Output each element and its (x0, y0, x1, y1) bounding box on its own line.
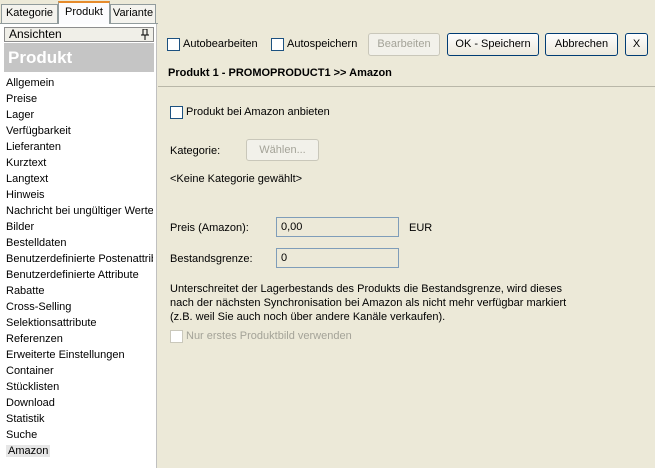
sidebar-item-bilder[interactable]: Bilder (4, 219, 153, 235)
sidebar-item-label: Preise (6, 93, 38, 105)
kategorie-label: Kategorie: (170, 145, 221, 157)
autobearbeiten-label: Autobearbeiten (183, 38, 258, 50)
amazon-offer-checkbox[interactable] (170, 106, 183, 119)
ansichten-header: Ansichten (4, 27, 154, 42)
autobearbeiten-checkbox[interactable] (167, 38, 180, 51)
sidebar-item-container[interactable]: Container (4, 363, 153, 379)
sidebar-item-stücklisten[interactable]: Stücklisten (4, 379, 153, 395)
sidebar-item-label: Langtext (6, 173, 49, 185)
sidebar-item-label: Rabatte (6, 285, 45, 297)
tab-kategorie[interactable]: Kategorie (1, 4, 58, 23)
sidebar-item-erweiterte-einstellungen[interactable]: Erweiterte Einstellungen (4, 347, 153, 363)
ok-speichern-button[interactable]: OK - Speichern (447, 33, 539, 56)
waehlen-button[interactable]: Wählen... (246, 139, 319, 161)
bearbeiten-button[interactable]: Bearbeiten (368, 33, 440, 56)
sidebar-item-label: Download (6, 397, 55, 409)
sidebar-item-label: Referenzen (6, 333, 63, 345)
sidebar-item-langtext[interactable]: Langtext (4, 171, 153, 187)
sidebar-item-label: Suche (6, 429, 38, 441)
sidebar-item-selektionsattribute[interactable]: Selektionsattribute (4, 315, 153, 331)
sidebar-item-kurztext[interactable]: Kurztext (4, 155, 153, 171)
sidebar-item-verfügbarkeit[interactable]: Verfügbarkeit (4, 123, 153, 139)
sidebar-item-rabatte[interactable]: Rabatte (4, 283, 153, 299)
sidebar-item-referenzen[interactable]: Referenzen (4, 331, 153, 347)
sidebar-item-lieferanten[interactable]: Lieferanten (4, 139, 153, 155)
first-image-label: Nur erstes Produktbild verwenden (186, 330, 352, 342)
sidebar-item-label: Selektionsattribute (6, 317, 97, 329)
price-label: Preis (Amazon): (170, 222, 249, 234)
sidebar-item-hinweis[interactable]: Hinweis (4, 187, 153, 203)
sidebar-item-label: Statistik (6, 413, 45, 425)
content-panel: Autobearbeiten Autospeichern Bearbeiten … (158, 24, 655, 468)
sidebar-nav-list: Allgemein Preise Lager Verfügbarkeit Liefera… (4, 75, 154, 459)
tab-strip: Kategorie Produkt Variante (0, 0, 158, 24)
sidebar-item-label: Stücklisten (6, 381, 60, 393)
sidebar-item-label: Kurztext (6, 157, 47, 169)
sidebar-item-bestelldaten[interactable]: Bestelldaten (4, 235, 153, 251)
sidebar-item-label: Container (6, 365, 54, 377)
sidebar-item-label: Benutzerdefinierte Postenattribute (6, 253, 153, 265)
price-input[interactable]: 0,00 (276, 217, 399, 237)
sidebar-item-label: Cross-Selling (6, 301, 72, 313)
amazon-offer-label: Produkt bei Amazon anbieten (186, 106, 330, 118)
sidebar-item-suche[interactable]: Suche (4, 427, 153, 443)
sidebar-item-label: Allgemein (6, 77, 55, 89)
sidebar-item-label: Amazon (6, 445, 51, 457)
sidebar-item-label: Bilder (6, 221, 35, 233)
sidebar-item-nachricht-bei-ungültiger-werte[interactable]: Nachricht bei ungültiger Werte (4, 203, 153, 219)
sidebar-item-label: Benutzerdefinierte Attribute (6, 269, 139, 281)
sidebar-item-label: Lager (6, 109, 35, 121)
stock-info-text: Unterschreitet der Lagerbestands des Pro… (170, 283, 567, 323)
sidebar-item-download[interactable]: Download (4, 395, 153, 411)
pin-icon[interactable] (141, 29, 149, 40)
ansichten-title: Ansichten (9, 27, 62, 41)
sidebar-item-label: Verfügbarkeit (6, 125, 71, 137)
currency-label: EUR (409, 222, 433, 234)
sidebar-item-benutzerdefinierte-postenattribute[interactable]: Benutzerdefinierte Postenattribute (4, 251, 153, 267)
sidebar-item-allgemein[interactable]: Allgemein (4, 75, 153, 91)
sidebar-item-preise[interactable]: Preise (4, 91, 153, 107)
sidebar-item-label: Hinweis (6, 189, 45, 201)
tab-variante[interactable]: Variante (110, 4, 156, 23)
sidebar-item-label: Erweiterte Einstellungen (6, 349, 125, 361)
sidebar-item-cross-selling[interactable]: Cross-Selling (4, 299, 153, 315)
sidebar: Ansichten Produkt Allgemein Preise Lager Ve… (0, 24, 157, 468)
product-banner: Produkt (4, 43, 154, 72)
close-button[interactable]: X (625, 33, 648, 56)
sidebar-item-statistik[interactable]: Statistik (4, 411, 153, 427)
autospeichern-label: Autospeichern (287, 38, 358, 50)
tab-produkt[interactable]: Produkt (58, 1, 110, 24)
sidebar-item-label: Bestelldaten (6, 237, 67, 249)
toolbar: Autobearbeiten Autospeichern Bearbeiten … (158, 24, 655, 64)
sidebar-item-lager[interactable]: Lager (4, 107, 153, 123)
title-separator (158, 86, 655, 87)
no-category-text: <Keine Kategorie gewählt> (170, 173, 303, 185)
page-title: Produkt 1 - PROMOPRODUCT1 >> Amazon (168, 67, 392, 79)
sidebar-item-label: Lieferanten (6, 141, 62, 153)
sidebar-item-label: Nachricht bei ungültiger Werte (6, 205, 153, 217)
sidebar-item-benutzerdefinierte-attribute[interactable]: Benutzerdefinierte Attribute (4, 267, 153, 283)
first-image-checkbox[interactable] (170, 330, 183, 343)
abbrechen-button[interactable]: Abbrechen (545, 33, 618, 56)
sidebar-item-amazon[interactable]: Amazon (4, 443, 153, 459)
stock-limit-input[interactable]: 0 (276, 248, 399, 268)
autospeichern-checkbox[interactable] (271, 38, 284, 51)
stock-limit-label: Bestandsgrenze: (170, 253, 253, 265)
